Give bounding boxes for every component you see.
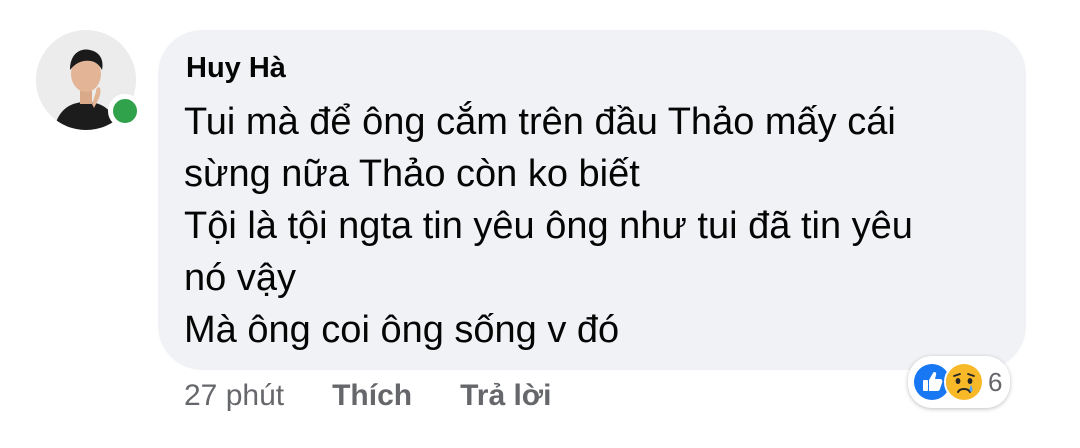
comment-line: sừng nữa Thảo còn ko biết	[184, 153, 640, 195]
comment-line: Tội là tội ngta tin yêu ông như tui đã t…	[184, 205, 913, 247]
online-status-indicator	[108, 94, 142, 128]
avatar-container[interactable]	[36, 30, 142, 130]
reply-button[interactable]: Trả lời	[460, 379, 551, 413]
reaction-summary[interactable]: 6	[908, 356, 1011, 408]
comment-author[interactable]: Huy Hà	[186, 52, 286, 85]
comment-text: Tui mà để ông cắm trên đầu Thảo mấy cái …	[184, 96, 1004, 356]
comment-line: nó vậy	[184, 257, 296, 299]
comment-line: Tui mà để ông cắm trên đầu Thảo mấy cái	[184, 101, 896, 143]
reaction-count: 6	[988, 366, 1003, 397]
comment-line: Mà ông coi ông sống v đó	[184, 309, 620, 351]
comment: Huy Hà Tui mà để ông cắm trên đầu Thảo m…	[0, 0, 1080, 448]
sad-icon	[944, 362, 984, 402]
comment-timestamp[interactable]: 27 phút	[184, 379, 284, 413]
comment-bubble: Huy Hà Tui mà để ông cắm trên đầu Thảo m…	[158, 30, 1026, 370]
comment-actions: 27 phút Thích Trả lời	[184, 376, 599, 416]
like-button[interactable]: Thích	[332, 379, 412, 413]
